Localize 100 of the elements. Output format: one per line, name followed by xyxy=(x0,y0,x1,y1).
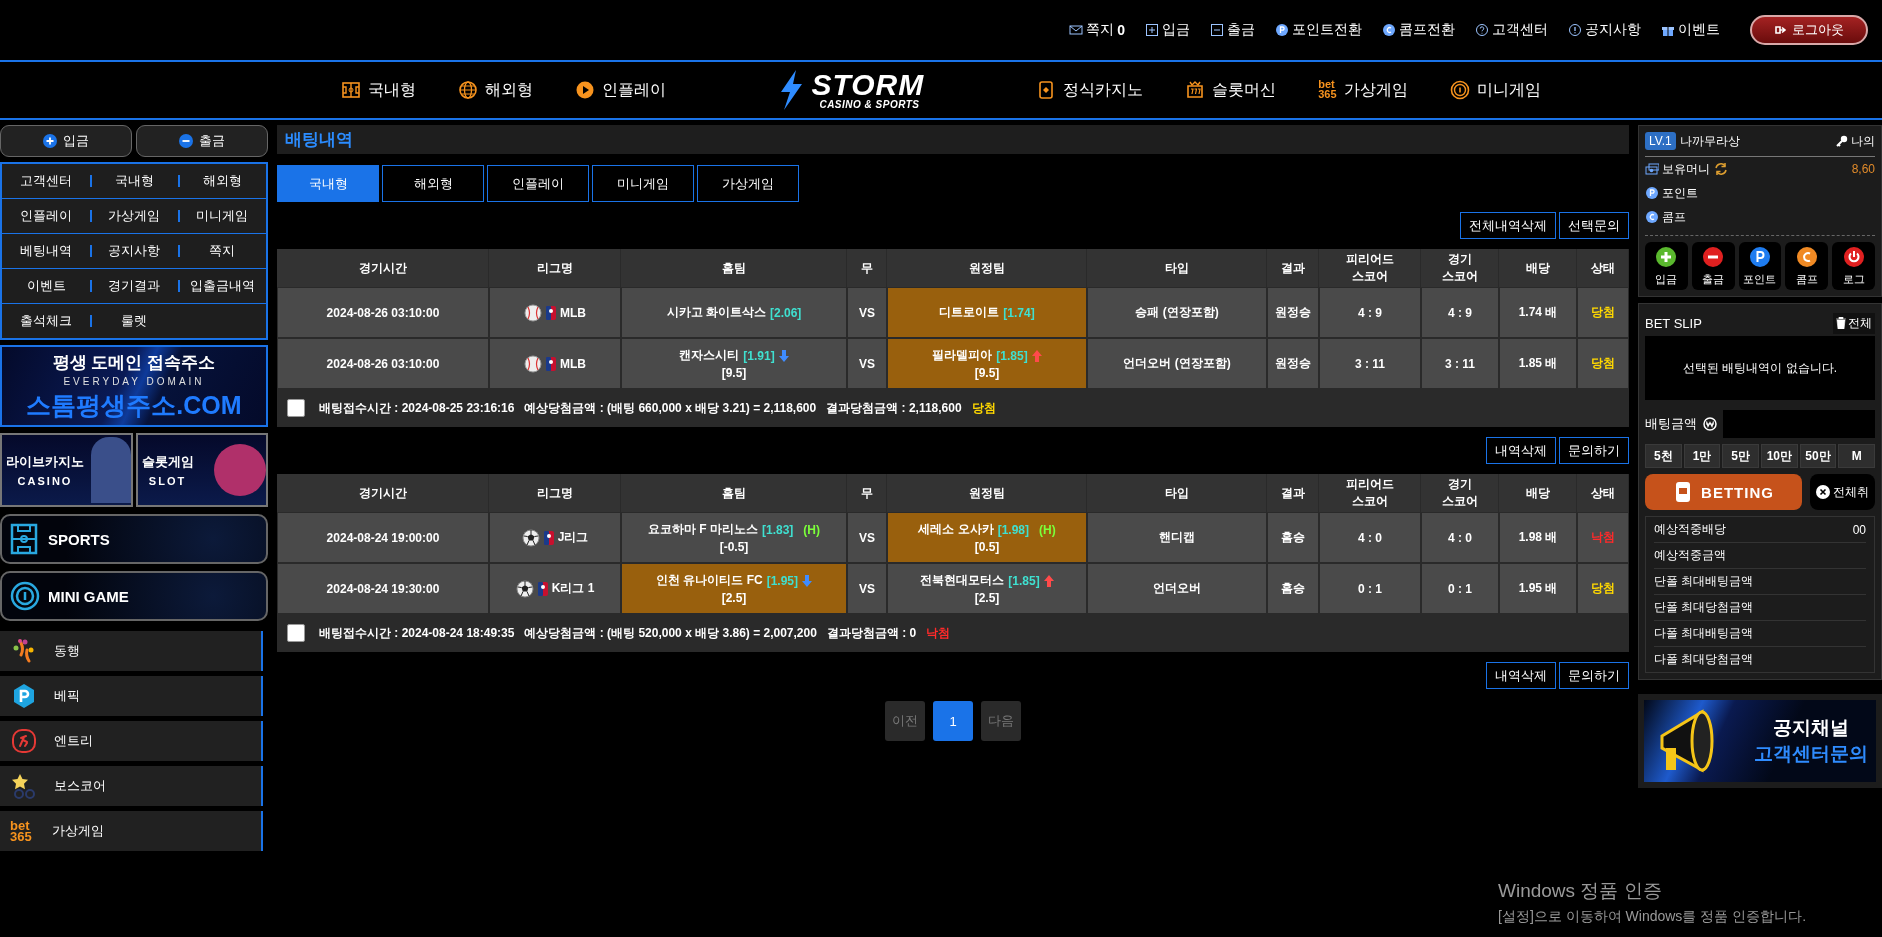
nav-link[interactable]: 인플레이 xyxy=(575,79,667,101)
storm-logo[interactable]: STORM CASINO & SPORTS xyxy=(778,70,925,110)
category-tab[interactable]: 인플레이 xyxy=(487,165,589,202)
notice-banner[interactable]: 공지채널 고객센터문의 xyxy=(1638,694,1882,788)
team-name: 세레소 오사카 xyxy=(918,521,994,538)
table-cell: 1.98 배 xyxy=(1499,512,1577,563)
game-banner[interactable]: 라이브카지노 CASINO xyxy=(0,433,133,507)
provider-link[interactable]: 동행 xyxy=(0,631,263,671)
cancel-button[interactable]: 전체취 xyxy=(1810,474,1875,510)
top-link[interactable]: 이벤트 xyxy=(1661,21,1720,39)
plus-circle-icon xyxy=(43,134,57,148)
domain-banner[interactable]: 평생 도메인 접속주소 EVERYDAY DOMAIN 스톰평생주소.COM xyxy=(0,345,268,427)
action-button[interactable]: 선택문의 xyxy=(1559,212,1629,239)
top-link[interactable]: 공지사항 xyxy=(1568,21,1641,39)
category-tab[interactable]: 가상게임 xyxy=(697,165,799,202)
betting-button[interactable]: BETTING xyxy=(1645,474,1802,510)
top-link[interactable]: 고객센터 xyxy=(1475,21,1548,39)
amount-chip[interactable]: 5만 xyxy=(1722,444,1759,468)
action-button[interactable]: 문의하기 xyxy=(1559,662,1629,689)
amount-chip[interactable]: 5천 xyxy=(1645,444,1682,468)
amount-chip[interactable]: 50만 xyxy=(1799,444,1837,468)
game-banner[interactable]: 슬롯게임 SLOT xyxy=(135,433,268,507)
empty-message: 선택된 배팅내역이 없습니다. xyxy=(1645,336,1875,400)
league-name: J리그 xyxy=(557,529,589,546)
power-icon xyxy=(1842,245,1865,268)
top-link[interactable]: 쪽지 0 xyxy=(1069,21,1125,39)
amount-chip[interactable]: 1만 xyxy=(1683,444,1721,468)
nav-link[interactable]: 슬롯머신 xyxy=(1185,79,1277,101)
action-button[interactable]: 내역삭제 xyxy=(1486,662,1556,689)
top-link[interactable]: 포인트전환 xyxy=(1275,21,1362,39)
quick-action-button[interactable]: 입금 xyxy=(1645,242,1688,290)
category-tab[interactable]: 국내형 xyxy=(277,165,379,202)
league-name: MLB xyxy=(560,356,586,371)
globe-icon xyxy=(458,80,479,100)
amount-chip[interactable]: 10만 xyxy=(1761,444,1798,468)
action-button[interactable]: 내역삭제 xyxy=(1486,437,1556,464)
point-icon xyxy=(1645,186,1659,200)
my-page-link[interactable]: 나의 xyxy=(1836,132,1875,150)
baseball-icon xyxy=(524,354,542,373)
quick-action-button[interactable]: 포인트 xyxy=(1738,242,1782,290)
provider-link[interactable]: 베픽 xyxy=(0,676,263,716)
envelope-icon xyxy=(1069,23,1084,37)
logout-button[interactable]: 로그아웃 xyxy=(1750,15,1868,45)
column-header: 무 xyxy=(860,484,873,502)
coin-icon xyxy=(1449,80,1470,100)
quick-action-button[interactable]: 출금 xyxy=(1691,242,1735,290)
quick-action-button[interactable]: 로그 xyxy=(1832,242,1875,290)
point-icon xyxy=(1275,23,1289,37)
line-text: [9.5] xyxy=(721,366,747,380)
banner-address: 스톰평생주소.COM xyxy=(26,389,242,421)
table-cell: 2024-08-24 19:30:00 xyxy=(277,563,489,614)
quick-action-button[interactable]: 콤프 xyxy=(1785,242,1829,290)
refresh-icon xyxy=(1713,162,1729,176)
odds-text: [1.91] xyxy=(743,348,775,363)
action-button[interactable]: 전체내역삭제 xyxy=(1460,212,1556,239)
amount-chip[interactable]: M xyxy=(1838,444,1875,468)
stat-label: 다폴 최대배팅금액 xyxy=(1654,625,1754,642)
amount-field[interactable] xyxy=(1723,410,1875,438)
category-button[interactable]: MINI GAME xyxy=(0,571,268,621)
table-cell: 2024-08-24 19:00:00 xyxy=(277,512,489,563)
table-cell: 4 : 9 xyxy=(1319,287,1421,338)
top-link[interactable]: 출금 xyxy=(1210,21,1255,39)
provider-link[interactable]: 보스코어 xyxy=(0,766,263,806)
checkbox[interactable] xyxy=(287,399,305,417)
banner-title: 슬롯게임 xyxy=(141,453,194,471)
odds-text: [2.06] xyxy=(770,305,802,320)
nav-link[interactable]: 미니게임 xyxy=(1449,79,1541,101)
team-name: 캔자스시티 xyxy=(679,347,740,364)
withdraw-button[interactable]: 출금 xyxy=(136,125,268,157)
nav-link[interactable]: 정식카지노 xyxy=(1036,79,1144,101)
page-button[interactable]: 1 xyxy=(933,701,973,741)
action-button[interactable]: 문의하기 xyxy=(1559,437,1629,464)
odds-text: [1.95] xyxy=(766,573,798,588)
amount-label: 배팅금액 xyxy=(1645,415,1697,433)
comp-icon xyxy=(1382,23,1396,37)
menu-link[interactable]: 출석체크 xyxy=(2,304,90,338)
checkbox[interactable] xyxy=(287,624,305,642)
provider-link[interactable]: bet 365 가상게임 xyxy=(0,811,263,851)
league-logo-icon xyxy=(545,304,557,321)
money-icon xyxy=(1645,162,1659,176)
table-cell: 원정승 xyxy=(1267,287,1319,338)
category-button[interactable]: SPORTS xyxy=(0,514,268,564)
table-cell: 핸디캡 xyxy=(1087,512,1267,563)
table-cell: 0 : 1 xyxy=(1421,563,1499,614)
category-tab[interactable]: 해외형 xyxy=(382,165,484,202)
slot-machine-icon xyxy=(1185,80,1206,100)
category-tab[interactable]: 미니게임 xyxy=(592,165,694,202)
clear-button[interactable]: 전체 xyxy=(1833,312,1875,334)
nav-link[interactable]: 해외형 xyxy=(458,79,534,101)
board-icon xyxy=(341,80,362,100)
user-name: 나까무라상 xyxy=(1679,132,1740,150)
candy-placeholder xyxy=(214,444,266,496)
field-icon xyxy=(10,523,40,555)
table-cell: 2024-08-26 03:10:00 xyxy=(277,287,489,338)
deposit-button[interactable]: 입금 xyxy=(0,125,132,157)
nav-link[interactable]: 국내형 xyxy=(341,79,417,101)
top-link[interactable]: 입금 xyxy=(1145,21,1190,39)
provider-link[interactable]: 엔트리 xyxy=(0,721,263,761)
top-link[interactable]: 콤프전환 xyxy=(1382,21,1455,39)
banner-title: 공지채널 xyxy=(1773,716,1849,740)
